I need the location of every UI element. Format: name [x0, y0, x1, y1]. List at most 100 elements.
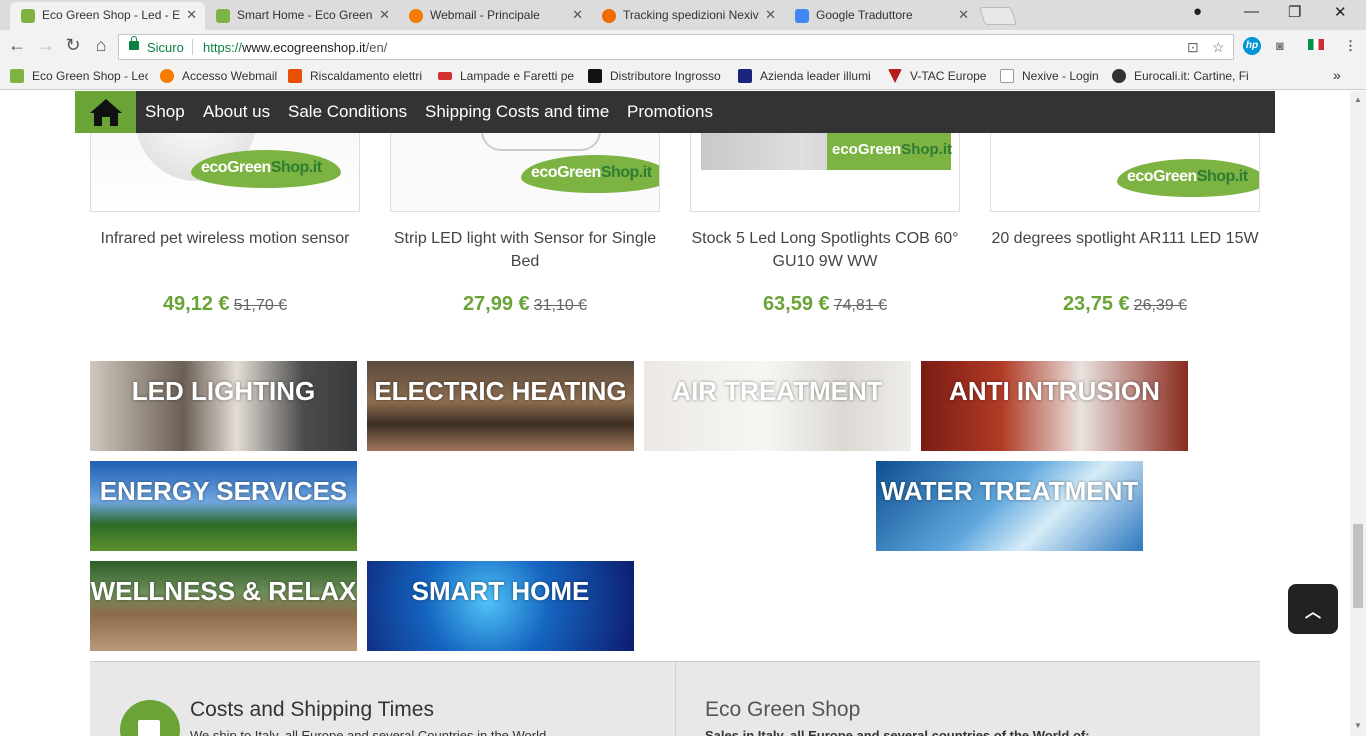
address-bar[interactable]: Sicuro https://www.ecogreenshop.it/en/ ⊡…: [118, 34, 1234, 60]
tab-title: Tracking spedizioni Nexiv: [623, 8, 759, 22]
page-scrollbar[interactable]: ▲ ▼: [1350, 91, 1366, 736]
bookmark-vtac[interactable]: V-TAC Europe: [888, 69, 988, 83]
home-button[interactable]: [75, 91, 136, 133]
bookmark-label: Distributore Ingrosso: [610, 69, 721, 83]
watermark-eco: ecoGreen: [1127, 168, 1197, 185]
new-tab-button[interactable]: [979, 7, 1017, 25]
product-name[interactable]: Strip LED light with Sensor for Single B…: [390, 227, 660, 273]
page-viewport: ecoGreenShop.it Infrared pet wireless mo…: [0, 91, 1350, 736]
bookmark-label: Eurocali.it: Cartine, Fil: [1134, 69, 1248, 83]
reload-icon[interactable]: ↻: [62, 35, 84, 56]
bookmark-label: Accesso Webmail: [182, 69, 278, 83]
close-window-icon[interactable]: ✕: [1334, 3, 1347, 21]
nav-promotions[interactable]: Promotions: [627, 102, 713, 122]
category-water-treatment[interactable]: WATER TREATMENT: [876, 461, 1143, 551]
category-label: SMART HOME: [411, 576, 590, 606]
camera-extension-icon[interactable]: ◙: [1276, 38, 1284, 53]
translate-page-icon[interactable]: ⊡: [1187, 39, 1199, 56]
bookmarks-overflow-icon[interactable]: »: [1333, 67, 1341, 83]
menu-dots-icon[interactable]: ⋮: [1344, 38, 1357, 54]
close-tab-icon[interactable]: ✕: [958, 2, 969, 28]
close-tab-icon[interactable]: ✕: [765, 2, 776, 28]
scrollbar-thumb[interactable]: [1353, 524, 1363, 608]
footer-divider: [675, 662, 676, 736]
forward-arrow-icon[interactable]: →: [35, 35, 57, 56]
bookmark-webmail[interactable]: Accesso Webmail: [160, 69, 278, 83]
tab-webmail[interactable]: Webmail - Principale ✕: [398, 2, 591, 30]
category-label: AIR TREATMENT: [672, 376, 883, 406]
url-host: www.ecogreenshop.it: [242, 40, 366, 55]
italy-flag-icon[interactable]: [1308, 39, 1324, 50]
price-current: 63,59 €: [762, 293, 830, 315]
footer-info: Costs and Shipping Times We ship to Ital…: [90, 661, 1260, 736]
tab-google-translate[interactable]: Google Traduttore ✕: [784, 2, 977, 30]
site-favicon-icon: [21, 9, 35, 23]
bookmark-star-icon[interactable]: ☆: [1212, 39, 1225, 56]
product-name[interactable]: Stock 5 Led Long Spotlights COB 60° GU10…: [690, 227, 960, 273]
distributor-favicon-icon: [588, 69, 602, 83]
scroll-down-arrow-icon[interactable]: ▼: [1354, 721, 1362, 730]
close-tab-icon[interactable]: ✕: [186, 2, 197, 28]
bookmark-label: V-TAC Europe: [910, 69, 987, 83]
bookmarks-bar: Eco Green Shop - Lec Accesso Webmail Ris…: [0, 64, 1366, 90]
ecogreenshop-watermark: ecoGreenShop.it: [191, 150, 341, 188]
scroll-up-arrow-icon[interactable]: ▲: [1354, 95, 1362, 104]
footer-shipping-text: We ship to Italy, all Europe and several…: [190, 728, 547, 736]
back-arrow-icon[interactable]: ←: [6, 35, 28, 56]
bookmark-distributore[interactable]: Distributore Ingrosso: [588, 69, 724, 83]
ecogreenshop-watermark: ecoGreenShop.it: [521, 155, 659, 193]
category-label: WELLNESS & RELAX: [90, 576, 357, 606]
nav-sale-conditions[interactable]: Sale Conditions: [288, 102, 407, 122]
webmail-favicon-icon: [160, 69, 174, 83]
watermark-shop: Shop.it: [600, 164, 652, 181]
close-tab-icon[interactable]: ✕: [572, 2, 583, 28]
price-current: 49,12 €: [162, 293, 230, 315]
back-to-top-button[interactable]: ︿: [1288, 584, 1338, 634]
product-price: 63,59 €74,81 €: [690, 293, 960, 316]
bookmark-eurocali[interactable]: Eurocali.it: Cartine, Fil: [1112, 69, 1248, 83]
tab-smart-home[interactable]: Smart Home - Eco Green ✕: [205, 2, 398, 30]
address-separator: [192, 39, 193, 55]
category-electric-heating[interactable]: ELECTRIC HEATING: [367, 361, 634, 451]
category-anti-intrusion[interactable]: ANTI INTRUSION: [921, 361, 1188, 451]
close-tab-icon[interactable]: ✕: [379, 2, 390, 28]
url-text[interactable]: https://www.ecogreenshop.it/en/: [203, 40, 387, 55]
ecogreenshop-watermark: ecoGreenShop.it: [1117, 159, 1259, 197]
footer-shop-title: Eco Green Shop: [705, 698, 861, 721]
ecogreenshop-watermark: ecoGreenShop.it: [827, 131, 952, 170]
restore-icon[interactable]: ❐: [1288, 3, 1301, 21]
nav-shop[interactable]: Shop: [145, 102, 185, 122]
footer-shop-text: Sales in Italy, all Europe and several c…: [705, 728, 1090, 736]
bookmark-azienda[interactable]: Azienda leader illumi: [738, 69, 874, 83]
bookmark-nexive[interactable]: Nexive - Login: [1000, 69, 1104, 83]
category-label: LED LIGHTING: [131, 376, 316, 406]
product-name[interactable]: 20 degrees spotlight AR111 LED 15W: [990, 227, 1260, 250]
category-label: ENERGY SERVICES: [99, 476, 348, 506]
price-old: 31,10 €: [533, 297, 588, 314]
bookmark-eco-green[interactable]: Eco Green Shop - Lec: [10, 69, 148, 83]
bookmark-riscaldamento[interactable]: Riscaldamento elettri: [288, 69, 424, 83]
tab-eco-green-shop[interactable]: Eco Green Shop - Led - E ✕: [10, 2, 205, 30]
minimize-icon[interactable]: —: [1244, 3, 1259, 20]
watermark-eco: ecoGreen: [201, 159, 271, 176]
category-led-lighting[interactable]: LED LIGHTING: [90, 361, 357, 451]
bookmark-lampade[interactable]: Lampade e Faretti pe: [438, 69, 574, 83]
tab-tracking[interactable]: Tracking spedizioni Nexiv ✕: [591, 2, 784, 30]
category-air-treatment[interactable]: AIR TREATMENT: [644, 361, 911, 451]
category-energy-services[interactable]: ENERGY SERVICES: [90, 461, 357, 551]
category-smart-home[interactable]: SMART HOME: [367, 561, 634, 651]
category-label: ELECTRIC HEATING: [374, 376, 627, 406]
nav-shipping-costs[interactable]: Shipping Costs and time: [425, 102, 609, 122]
browser-toolbar: ← → ↻ ⌂ Sicuro https://www.ecogreenshop.…: [0, 30, 1366, 64]
led-favicon-icon: [438, 72, 452, 80]
home-icon[interactable]: ⌂: [90, 35, 112, 56]
tab-title: Smart Home - Eco Green: [237, 8, 373, 22]
nav-about-us[interactable]: About us: [203, 102, 270, 122]
hp-extension-icon[interactable]: hp: [1243, 37, 1261, 55]
profile-icon[interactable]: ●: [1193, 3, 1202, 20]
price-old: 74,81 €: [833, 297, 888, 314]
tab-title: Eco Green Shop - Led - E: [42, 8, 181, 22]
product-name[interactable]: Infrared pet wireless motion sensor: [90, 227, 360, 250]
category-wellness-relax[interactable]: WELLNESS & RELAX: [90, 561, 357, 651]
price-old: 26,39 €: [1133, 297, 1188, 314]
